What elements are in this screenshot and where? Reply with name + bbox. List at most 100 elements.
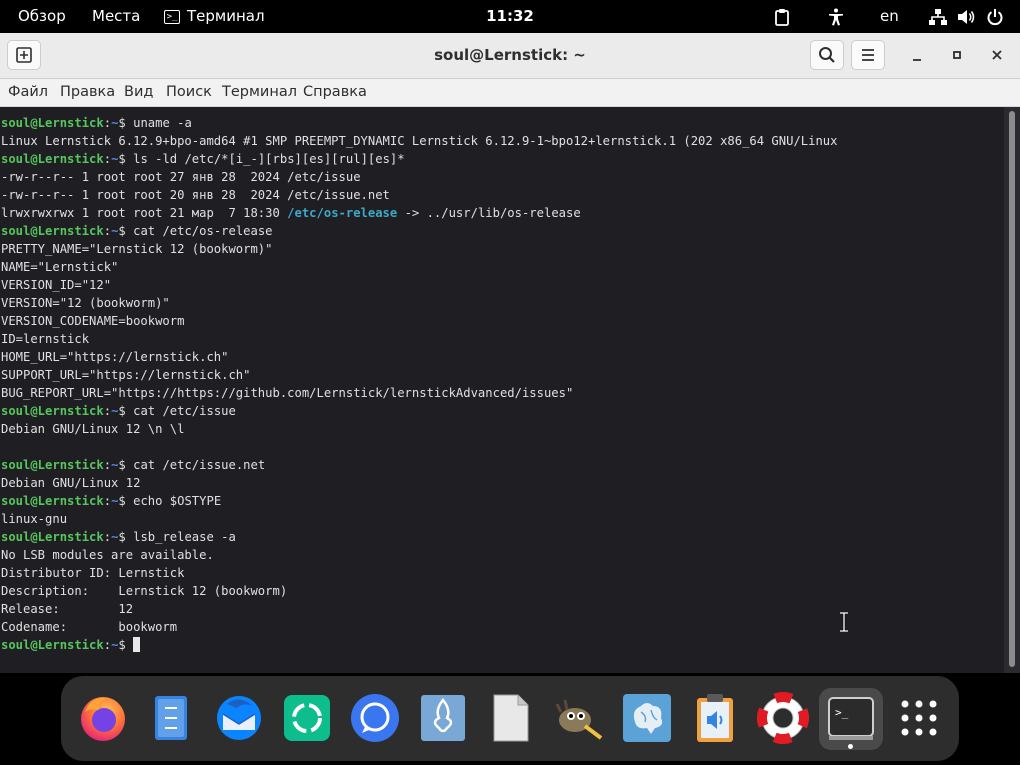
command-text: echo $OSTYPE: [133, 494, 222, 508]
prompt-path: ~: [111, 530, 119, 544]
prompt-user: soul@Lernstick: [1, 404, 104, 418]
minimize-icon: [913, 59, 921, 61]
volume-icon[interactable]: [957, 8, 975, 26]
output-line: -rw-r--r-- 1 root root 27 янв 28 2024 /e…: [1, 168, 361, 186]
close-button[interactable]: [982, 40, 1012, 70]
output-line: No LSB modules are available.: [1, 546, 214, 564]
menu-file[interactable]: Файл: [8, 79, 48, 106]
new-tab-button[interactable]: [7, 40, 41, 70]
prompt-line: soul@Lernstick:~$ ls -ld /etc/*[i_-][rbs…: [1, 152, 405, 166]
output-text: PRETTY_NAME="Lernstick 12 (bookworm)": [1, 242, 273, 256]
accessibility-icon[interactable]: [827, 8, 845, 26]
file-manager-icon[interactable]: [145, 692, 197, 744]
clock[interactable]: 11:32: [486, 7, 534, 25]
menu-bar: Файл Правка Вид Поиск Терминал Справка: [0, 79, 1020, 107]
output-text: -rw-r--r-- 1 root root 27 янв 28 2024 /e…: [1, 170, 361, 184]
symlink-target: -> ../usr/lib/os-release: [397, 206, 581, 220]
search-button[interactable]: [810, 40, 844, 70]
document-viewer-icon[interactable]: [485, 692, 537, 744]
dock: >_: [61, 676, 959, 761]
output-text: SUPPORT_URL="https://lernstick.ch": [1, 368, 251, 382]
gimp-icon[interactable]: [553, 692, 605, 744]
scrollbar-thumb[interactable]: [1009, 111, 1015, 667]
command-text: cat /etc/issue: [133, 404, 236, 418]
output-text: linux-gnu: [1, 512, 68, 526]
help-lifebuoy-icon[interactable]: [757, 692, 809, 744]
svg-text:>_: >_: [835, 706, 849, 719]
activities-button[interactable]: Обзор: [18, 0, 66, 33]
main-menu-button[interactable]: [851, 40, 885, 70]
terminal-window: soul@Lernstick: ~ Файл Правка Вид Поиск …: [0, 33, 1020, 673]
prompt-user: soul@Lernstick: [1, 458, 104, 472]
keyboard-layout-indicator[interactable]: en: [880, 0, 899, 33]
running-indicator: [848, 744, 853, 749]
output-text: Codename: bookworm: [1, 620, 178, 634]
output-text: BUG_REPORT_URL="https://https://github.c…: [1, 386, 574, 400]
output-text: VERSION_ID="12": [1, 278, 112, 292]
app-menu[interactable]: >_ Терминал: [164, 0, 265, 33]
output-line: HOME_URL="https://lernstick.ch": [1, 348, 228, 366]
output-line: Release: 12: [1, 600, 133, 618]
maximize-button[interactable]: [942, 40, 972, 70]
terminal-icon[interactable]: >_: [825, 692, 877, 744]
output-text: lrwxrwxrwx 1 root root 21 мар 7 18:30: [1, 206, 288, 220]
command-text: cat /etc/os-release: [133, 224, 273, 238]
output-text: ID=lernstick: [1, 332, 90, 346]
output-line: PRETTY_NAME="Lernstick 12 (bookworm)": [1, 240, 273, 258]
minimize-button[interactable]: [902, 40, 932, 70]
prompt-path: ~: [111, 638, 119, 652]
output-text: Release: 12: [1, 602, 134, 616]
terminal-output[interactable]: soul@Lernstick:~$ uname -a Linux Lernstic…: [0, 107, 1004, 673]
output-line: SUPPORT_URL="https://lernstick.ch": [1, 366, 250, 384]
power-icon[interactable]: [986, 8, 1004, 26]
clipboard-icon[interactable]: [773, 8, 791, 26]
prompt-user: soul@Lernstick: [1, 152, 104, 166]
output-line: Debian GNU/Linux 12: [1, 474, 140, 492]
audio-clipboard-icon[interactable]: [689, 692, 741, 744]
prompt-path: ~: [111, 494, 119, 508]
output-line: BUG_REPORT_URL="https://https://github.c…: [1, 384, 573, 402]
prompt-line: soul@Lernstick:~$ cat /etc/issue: [1, 404, 236, 418]
symlink-name: /etc/os-release: [287, 206, 398, 220]
output-line: VERSION="12 (bookworm)": [1, 294, 170, 312]
terminal-cursor: [133, 637, 141, 652]
element-icon[interactable]: [281, 692, 333, 744]
prompt-user: soul@Lernstick: [1, 494, 104, 508]
brain-app-icon[interactable]: [621, 692, 673, 744]
menu-search[interactable]: Поиск: [166, 79, 212, 106]
places-menu[interactable]: Места: [92, 0, 140, 33]
prompt-path: ~: [111, 458, 119, 472]
command-text: uname -a: [133, 116, 192, 130]
signal-icon[interactable]: [349, 692, 401, 744]
text-cursor-icon: [840, 612, 848, 632]
prompt-user: soul@Lernstick: [1, 224, 104, 238]
terminal-app-icon: >_: [164, 9, 180, 24]
prompt-line: soul@Lernstick:~$ lsb_release -a: [1, 530, 236, 544]
output-text: Distributor ID: Lernstick: [1, 566, 185, 580]
output-line: Distributor ID: Lernstick: [1, 564, 184, 582]
new-tab-icon: [16, 47, 32, 63]
output-line: ID=lernstick: [1, 330, 89, 348]
menu-terminal[interactable]: Терминал: [222, 79, 297, 106]
prompt-path: ~: [111, 404, 119, 418]
output-line: VERSION_ID="12": [1, 276, 111, 294]
menu-help[interactable]: Справка: [303, 79, 367, 106]
output-text: Debian GNU/Linux 12 \n \l: [1, 422, 185, 436]
app-grid-icon[interactable]: [893, 692, 945, 744]
output-text: VERSION="12 (bookworm)": [1, 296, 170, 310]
inkscape-icon[interactable]: [417, 692, 469, 744]
output-line: lrwxrwxrwx 1 root root 21 мар 7 18:30 /e…: [1, 204, 581, 222]
thunderbird-icon[interactable]: [213, 692, 265, 744]
network-wired-icon[interactable]: [929, 8, 947, 26]
output-line: VERSION_CODENAME=bookworm: [1, 312, 184, 330]
firefox-icon[interactable]: [77, 692, 129, 744]
output-line: linux-gnu: [1, 510, 67, 528]
menu-view[interactable]: Вид: [124, 79, 153, 106]
menu-edit[interactable]: Правка: [60, 79, 115, 106]
prompt-line: soul@Lernstick:~$ echo $OSTYPE: [1, 494, 222, 508]
scrollbar[interactable]: [1004, 107, 1020, 673]
prompt-path: ~: [111, 116, 119, 130]
prompt-line: soul@Lernstick:~$: [1, 636, 141, 654]
maximize-icon: [953, 51, 961, 59]
output-line: Codename: bookworm: [1, 618, 177, 636]
